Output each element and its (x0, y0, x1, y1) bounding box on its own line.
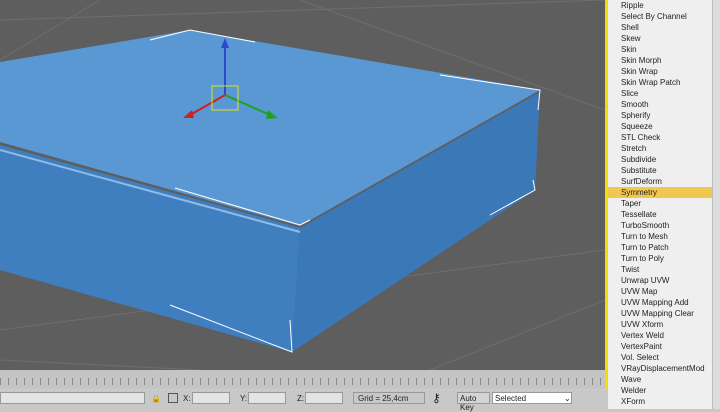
modifier-item[interactable]: Turn to Patch (608, 242, 712, 253)
modifier-list[interactable]: Ripple Select By Channel Shell Skew Skin Skin… (608, 0, 712, 409)
modifier-item[interactable]: Shell (608, 22, 712, 33)
modifier-item[interactable]: Vol. Select (608, 352, 712, 363)
status-bar: 🔒 X: Y: Z: Grid = 25,4cm ⚷ Auto Key Sele… (0, 388, 605, 412)
modifier-item[interactable]: SurfDeform (608, 176, 712, 187)
modifier-item[interactable]: Select By Channel (608, 11, 712, 22)
modifier-item[interactable]: Skew (608, 33, 712, 44)
modifier-item[interactable]: STL Check (608, 132, 712, 143)
modifier-item[interactable]: UVW Mapping Clear (608, 308, 712, 319)
modifier-item[interactable]: Vertex Weld (608, 330, 712, 341)
modifier-item[interactable]: Skin Wrap (608, 66, 712, 77)
modifier-item[interactable]: Substitute (608, 165, 712, 176)
viewport[interactable] (0, 0, 605, 370)
viewport-scene (0, 0, 605, 370)
y-label: Y: (240, 394, 248, 403)
modifier-item[interactable]: UVW Xform (608, 319, 712, 330)
modifier-item[interactable]: Skin Wrap Patch (608, 77, 712, 88)
x-field[interactable] (192, 392, 230, 404)
absolute-mode-icon[interactable] (168, 393, 178, 403)
scrollbar[interactable] (712, 0, 720, 409)
modifier-item[interactable]: Ripple (608, 0, 712, 11)
prompt-line (0, 392, 145, 404)
modifier-item[interactable]: Smooth (608, 99, 712, 110)
modifier-item[interactable]: Stretch (608, 143, 712, 154)
modifier-item[interactable]: Skin (608, 44, 712, 55)
key-filter-select[interactable]: Selected (492, 392, 572, 404)
modifier-item[interactable]: Twist (608, 264, 712, 275)
modifier-item[interactable]: Unwrap UVW (608, 275, 712, 286)
auto-key-button[interactable]: Auto Key (457, 392, 490, 412)
modifier-item[interactable]: Skin Morph (608, 55, 712, 66)
modifier-item[interactable]: UVW Mapping Add (608, 297, 712, 308)
z-field[interactable] (305, 392, 343, 404)
key-icon[interactable]: ⚷ (432, 391, 441, 405)
modifier-item[interactable]: TurboSmooth (608, 220, 712, 231)
modifier-item[interactable]: Subdivide (608, 154, 712, 165)
modifier-item[interactable]: Tessellate (608, 209, 712, 220)
modifier-item[interactable]: Wave (608, 374, 712, 385)
modifier-item[interactable]: VRayDisplacementMod (608, 363, 712, 374)
x-label: X: (183, 394, 191, 403)
modifier-item[interactable]: Turn to Mesh (608, 231, 712, 242)
z-label: Z: (297, 394, 305, 403)
modifier-item[interactable]: Spherify (608, 110, 712, 121)
timeline-ruler[interactable] (0, 370, 605, 388)
chevron-down-icon: ⌄ (564, 394, 571, 403)
modifier-item[interactable]: Symmetry (608, 187, 712, 198)
modifier-item[interactable]: Slice (608, 88, 712, 99)
modifier-item[interactable]: XForm (608, 396, 712, 407)
modifier-item[interactable]: Squeeze (608, 121, 712, 132)
modifier-item[interactable]: VertexPaint (608, 341, 712, 352)
y-field[interactable] (248, 392, 286, 404)
grid-readout: Grid = 25,4cm (353, 392, 425, 404)
modifier-item[interactable]: Welder (608, 385, 712, 396)
lock-icon[interactable]: 🔒 (151, 394, 161, 403)
modifier-item[interactable]: Taper (608, 198, 712, 209)
modifier-item[interactable]: Turn to Poly (608, 253, 712, 264)
modifier-item[interactable]: UVW Map (608, 286, 712, 297)
